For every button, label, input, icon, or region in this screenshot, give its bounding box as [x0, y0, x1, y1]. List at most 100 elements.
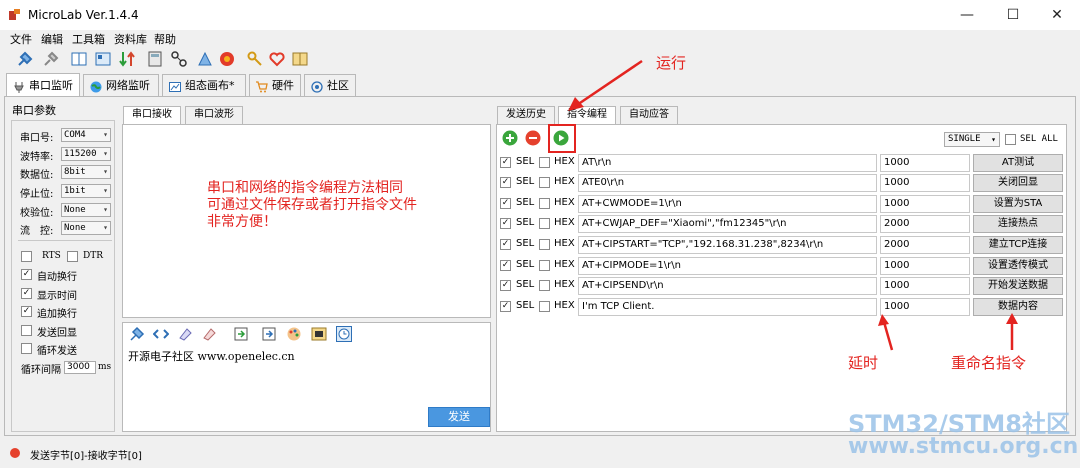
delay-input[interactable]: 2000 [880, 236, 970, 254]
row-sel-checkbox[interactable]: ✓ [500, 239, 511, 250]
row-hex-checkbox[interactable] [539, 218, 550, 229]
interval-input[interactable]: 3000 [64, 361, 96, 374]
connection-status-icon [10, 448, 20, 458]
layout-icon[interactable] [94, 50, 112, 68]
clock-icon[interactable] [336, 326, 352, 342]
row-hex-checkbox[interactable] [539, 157, 550, 168]
disconnect-icon[interactable] [42, 50, 60, 68]
import-icon[interactable] [233, 326, 249, 342]
watermark-url: www.stmcu.org.cn [848, 434, 1079, 459]
row-hex-checkbox[interactable] [539, 260, 550, 271]
loop-send-checkbox[interactable] [21, 343, 32, 354]
export-icon[interactable] [261, 326, 277, 342]
stopbits-select[interactable]: 1bit [61, 184, 111, 198]
command-name-button[interactable]: 连接热点 [973, 215, 1063, 233]
command-name-button[interactable]: 关闭回显 [973, 174, 1063, 192]
row-hex-checkbox[interactable] [539, 177, 550, 188]
menu-help[interactable]: 帮助 [154, 31, 176, 47]
send-button[interactable]: 发送 [428, 407, 490, 427]
tab-serial-monitor[interactable]: 串口监听 [6, 73, 80, 97]
dtr-checkbox[interactable] [67, 251, 78, 262]
connect-icon[interactable] [16, 50, 34, 68]
clear-icon[interactable] [201, 326, 217, 342]
menu-library[interactable]: 资料库 [114, 31, 147, 47]
tab-serial-receive[interactable]: 串口接收 [123, 106, 181, 124]
book-icon[interactable] [291, 50, 309, 68]
row-hex-checkbox[interactable] [539, 301, 550, 312]
command-input[interactable]: AT+CIPSEND\r\n [578, 277, 877, 295]
show-time-checkbox[interactable]: ✓ [21, 288, 32, 299]
connect-icon[interactable] [129, 326, 145, 342]
delay-input[interactable]: 1000 [880, 257, 970, 275]
row-hex-checkbox[interactable] [539, 198, 550, 209]
row-hex-checkbox[interactable] [539, 239, 550, 250]
port-select[interactable]: COM4 [61, 128, 111, 142]
eraser-icon[interactable] [177, 326, 193, 342]
command-input[interactable]: I'm TCP Client. [578, 298, 877, 316]
columns-icon[interactable] [70, 50, 88, 68]
add-command-icon[interactable] [502, 130, 518, 146]
delay-input[interactable]: 1000 [880, 154, 970, 172]
heart-icon[interactable] [268, 50, 286, 68]
palette-icon[interactable] [286, 326, 302, 342]
command-name-button[interactable]: AT测试 [973, 154, 1063, 172]
row-hex-checkbox[interactable] [539, 280, 550, 291]
flame-icon[interactable] [218, 50, 236, 68]
minimize-button[interactable]: — [944, 0, 990, 30]
calculator-icon[interactable] [146, 50, 164, 68]
network-icon[interactable] [170, 50, 188, 68]
parity-select[interactable]: None [61, 203, 111, 217]
interval-unit: ms [98, 362, 112, 372]
row-sel-label: SEL [516, 176, 535, 187]
command-input[interactable]: AT+CIPSTART="TCP","192.168.31.238",8234\… [578, 236, 877, 254]
row-sel-checkbox[interactable]: ✓ [500, 301, 511, 312]
command-name-button[interactable]: 设置为STA [973, 195, 1063, 213]
panel-icon[interactable] [311, 326, 327, 342]
command-input[interactable]: AT+CWJAP_DEF="Xiaomi","fm12345"\r\n [578, 215, 877, 233]
close-button[interactable]: ✕ [1034, 0, 1080, 30]
chip-icon[interactable] [196, 50, 214, 68]
tab-canvas[interactable]: 组态画布* [162, 74, 246, 96]
command-input[interactable]: ATE0\r\n [578, 174, 877, 192]
rts-checkbox[interactable] [21, 251, 32, 262]
delay-input[interactable]: 2000 [880, 215, 970, 233]
row-hex-label: HEX [554, 279, 575, 290]
menu-edit[interactable]: 编辑 [41, 31, 63, 47]
databits-select[interactable]: 8bit [61, 165, 111, 179]
tab-send-history[interactable]: 发送历史 [497, 106, 555, 124]
tab-serial-waveform[interactable]: 串口波形 [185, 106, 243, 124]
command-name-button[interactable]: 设置透传模式 [973, 257, 1063, 275]
menu-toolbox[interactable]: 工具箱 [72, 31, 105, 47]
window-title: MicroLab Ver.1.4.4 [28, 8, 139, 22]
sel-all-checkbox[interactable] [1005, 134, 1016, 145]
tab-network-monitor[interactable]: 网络监听 [83, 74, 159, 96]
mode-select[interactable]: SINGLE [944, 132, 1000, 147]
echo-checkbox[interactable] [21, 325, 32, 336]
delay-input[interactable]: 1000 [880, 174, 970, 192]
tab-community[interactable]: 社区 [304, 74, 356, 96]
key-icon[interactable] [246, 50, 264, 68]
command-input[interactable]: AT\r\n [578, 154, 877, 172]
remove-command-icon[interactable] [525, 130, 541, 146]
menu-file[interactable]: 文件 [10, 31, 32, 47]
command-input[interactable]: AT+CWMODE=1\r\n [578, 195, 877, 213]
tab-hardware[interactable]: 硬件 [249, 74, 301, 96]
row-sel-checkbox[interactable]: ✓ [500, 218, 511, 229]
command-name-button[interactable]: 开始发送数据 [973, 277, 1063, 295]
code-icon[interactable] [153, 326, 169, 342]
flowcontrol-select[interactable]: None [61, 221, 111, 235]
auto-wrap-checkbox[interactable]: ✓ [21, 269, 32, 280]
row-sel-checkbox[interactable]: ✓ [500, 198, 511, 209]
sort-icon[interactable] [118, 50, 136, 68]
delay-input[interactable]: 1000 [880, 277, 970, 295]
row-sel-checkbox[interactable]: ✓ [500, 177, 511, 188]
command-name-button[interactable]: 建立TCP连接 [973, 236, 1063, 254]
append-newline-checkbox[interactable]: ✓ [21, 306, 32, 317]
row-sel-checkbox[interactable]: ✓ [500, 157, 511, 168]
command-input[interactable]: AT+CIPMODE=1\r\n [578, 257, 877, 275]
baudrate-select[interactable]: 115200 [61, 147, 111, 161]
row-sel-checkbox[interactable]: ✓ [500, 280, 511, 291]
delay-input[interactable]: 1000 [880, 195, 970, 213]
maximize-button[interactable]: ☐ [990, 0, 1036, 30]
row-sel-checkbox[interactable]: ✓ [500, 260, 511, 271]
